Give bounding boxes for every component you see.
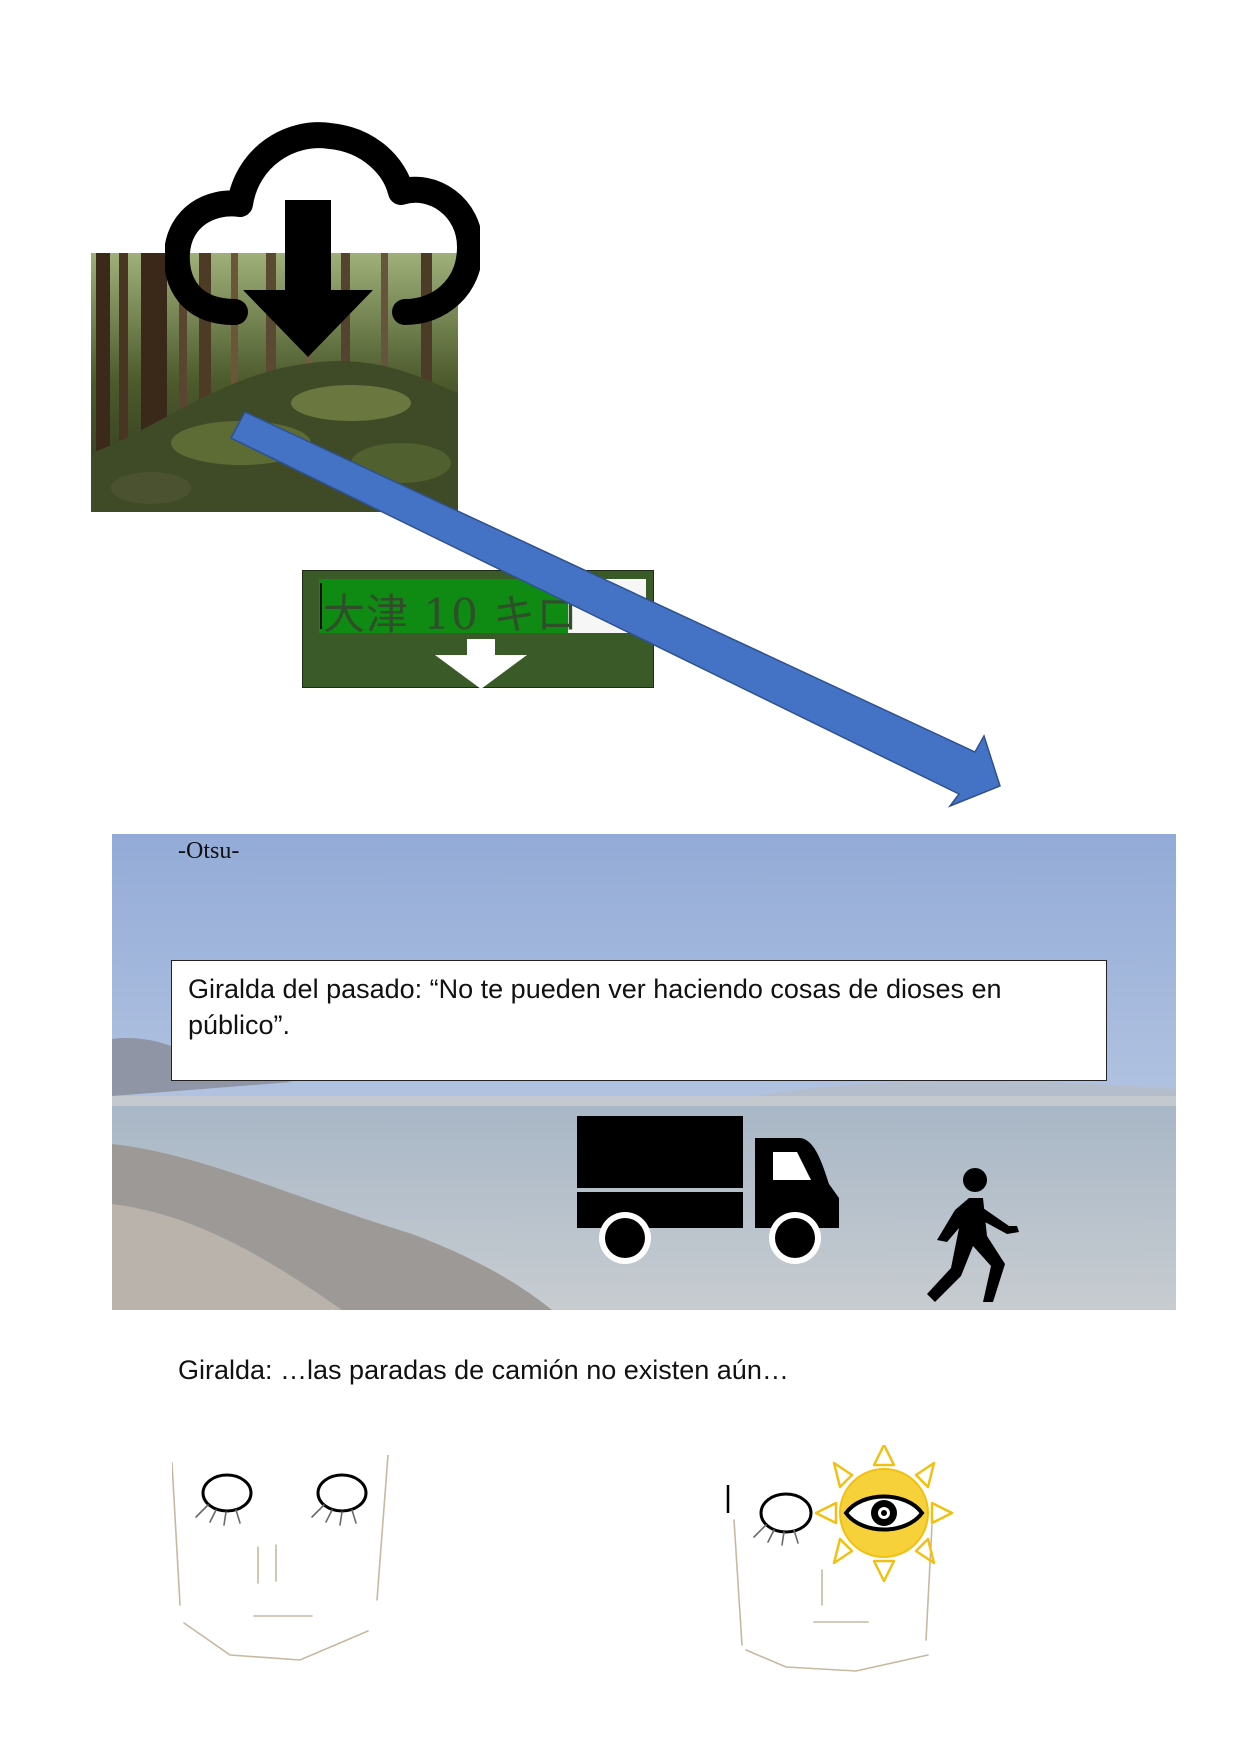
road-sign: 大津 10 キロ [302,570,654,689]
truck-icon [577,1116,839,1264]
face-sketch-closed-eyes [172,1455,389,1661]
place-label: -Otsu- [178,838,240,864]
arrow-down-icon [435,639,527,689]
sign-text: 大津 10 キロ [323,590,580,639]
face-sketch-divine-eye [726,1445,954,1672]
dialogue-box: Giralda del pasado: “No te pueden ver ha… [171,960,1107,1081]
text-cursor [320,583,322,629]
walking-person-icon [927,1168,1019,1302]
sign-text-blank [568,579,646,633]
cloud-download-icon [165,122,480,357]
sun-eye-icon [814,1445,954,1583]
lake-photo: -Otsu- Giralda del pasado: “No te pueden… [112,834,1176,1310]
caption: Giralda: …las paradas de camión no exist… [178,1355,789,1385]
